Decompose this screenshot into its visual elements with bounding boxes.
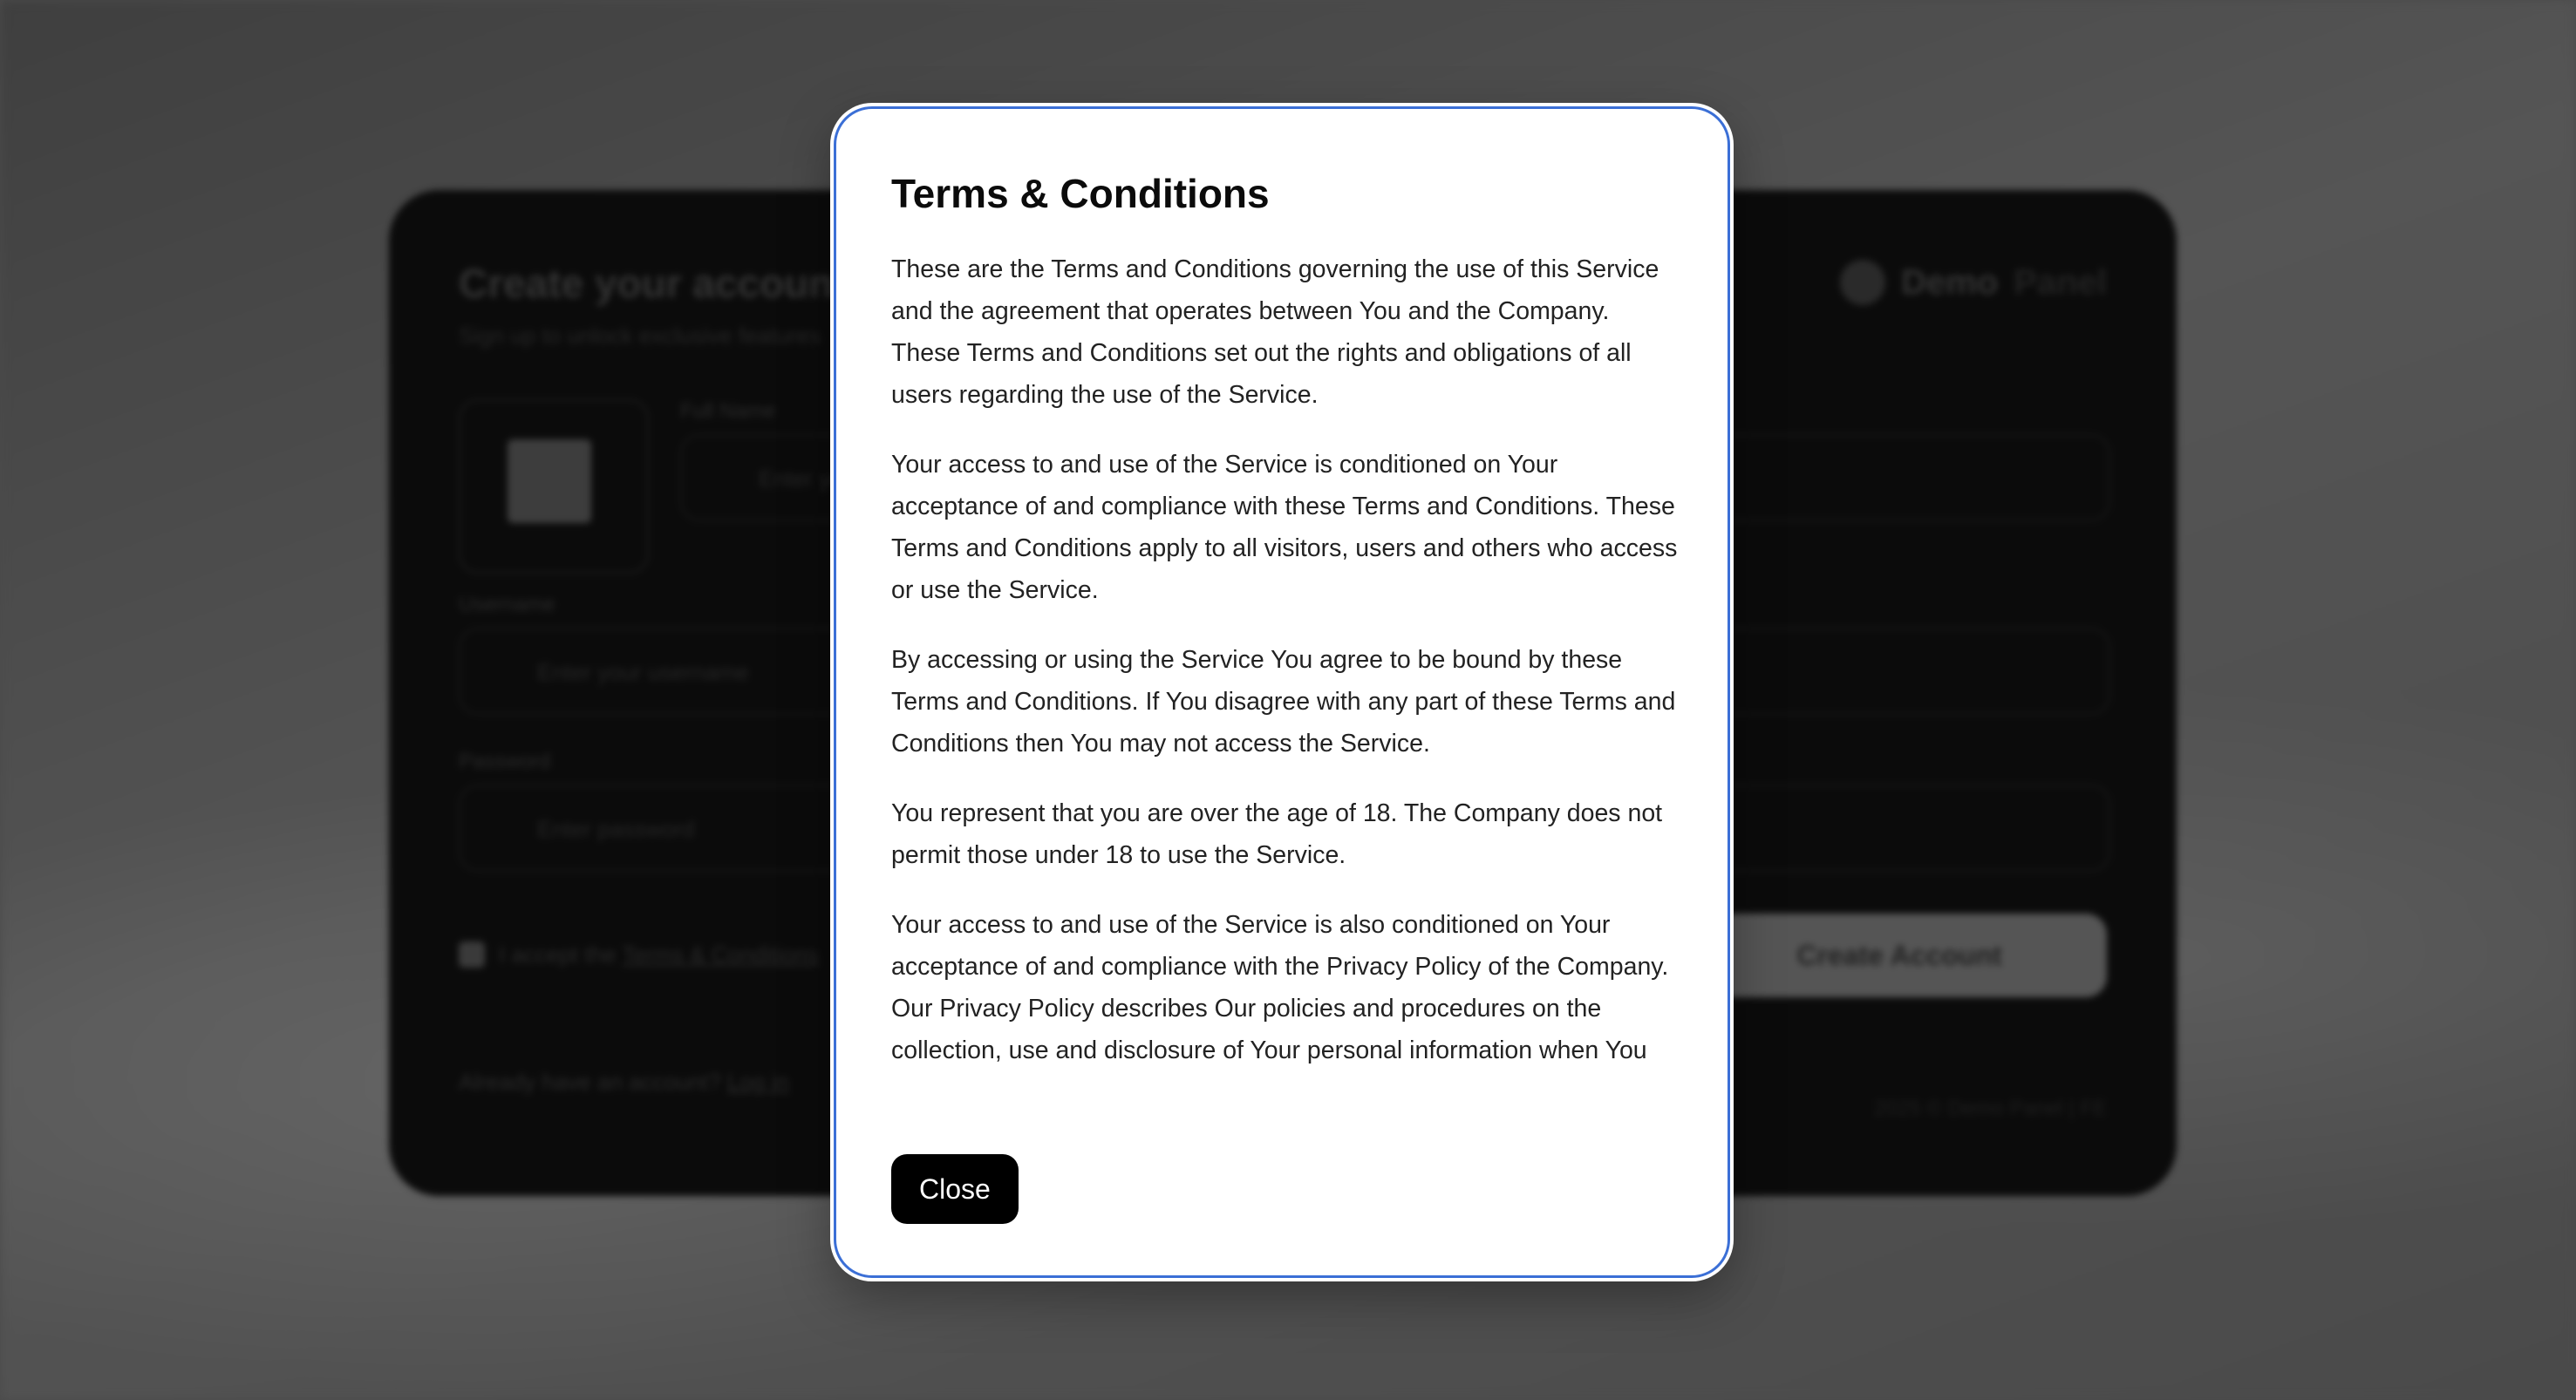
modal-title: Terms & Conditions — [891, 171, 1270, 216]
signup-subtitle: Sign up to unlock exclusive features — [459, 323, 821, 349]
terms-link[interactable]: Terms & Conditions — [622, 941, 818, 968]
brand-suffix: Panel — [2014, 262, 2107, 302]
terms-paragraph: These are the Terms and Conditions gover… — [891, 255, 1659, 409]
content-fade — [891, 1081, 1685, 1146]
terms-modal: Terms & Conditions These are the Terms a… — [834, 106, 1730, 1278]
full-name-label: Full Name — [680, 399, 776, 423]
brand-name: Demo — [1901, 262, 1999, 302]
username-label: Username — [459, 593, 555, 616]
username-placeholder: Enter your username — [537, 659, 749, 685]
terms-paragraph: You represent that you are over the age … — [891, 799, 1663, 869]
brand-logo: Demo Panel — [1840, 260, 2107, 305]
terms-checkbox[interactable] — [459, 941, 485, 968]
terms-accept-text: I accept the Terms & Conditions — [499, 941, 819, 968]
password-placeholder: Enter password — [537, 816, 695, 842]
terms-paragraph: Your access to and use of the Service is… — [891, 451, 1678, 604]
brand-icon — [1840, 260, 1886, 305]
password-label: Password — [459, 750, 551, 773]
terms-accept-prefix: I accept the — [499, 941, 617, 968]
signup-title: Create your account — [459, 261, 847, 306]
close-button[interactable]: Close — [891, 1154, 1019, 1224]
image-placeholder-icon — [508, 439, 591, 523]
terms-content[interactable]: These are the Terms and Conditions gover… — [891, 248, 1685, 1220]
login-prompt: Already have an account? Log in — [459, 1069, 789, 1096]
login-prompt-text: Already have an account? — [459, 1069, 721, 1095]
footer-text: 2025 © Demo Panel | FE — [1874, 1097, 2107, 1120]
create-account-button[interactable]: Create Account — [1692, 914, 2107, 997]
terms-paragraph: By accessing or using the Service You ag… — [891, 646, 1676, 758]
login-link[interactable]: Log in — [727, 1069, 789, 1095]
